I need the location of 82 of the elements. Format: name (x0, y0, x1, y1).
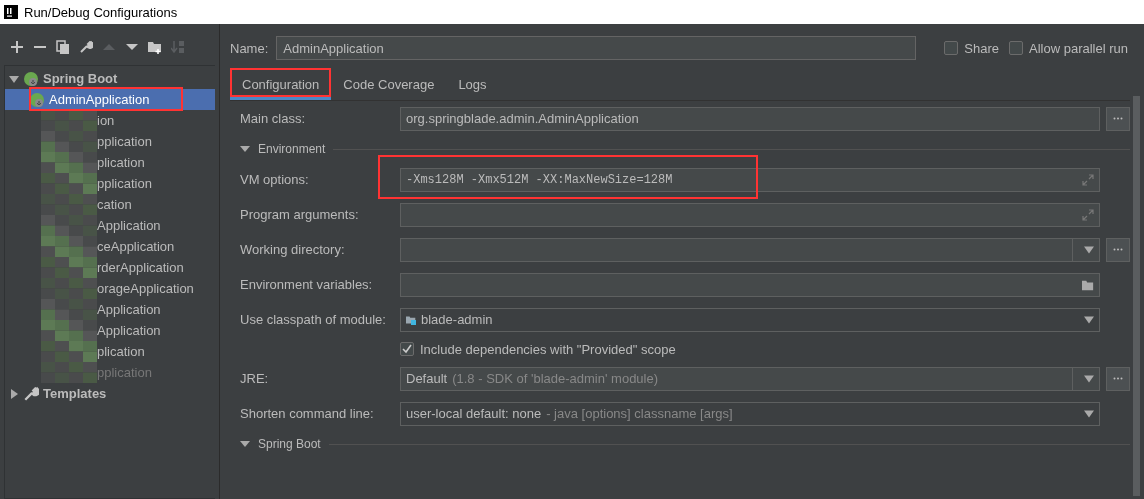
browse-button[interactable] (1106, 106, 1130, 131)
field-label: Working directory: (240, 242, 346, 257)
tree-group-label[interactable]: Spring Boot (43, 71, 118, 86)
tree-item[interactable]: cation (5, 194, 215, 215)
tree-item[interactable]: plication (5, 341, 215, 362)
dropdown-arrow-icon[interactable] (1084, 409, 1094, 418)
checkbox-label: Share (964, 40, 999, 56)
expand-arrow-icon[interactable] (9, 388, 19, 399)
checkbox[interactable] (1009, 41, 1023, 55)
dropdown[interactable]: user-local default: none - java [options] classname [args] (400, 401, 1100, 426)
tree-item[interactable]: Application (5, 320, 215, 341)
pixelated-redaction (41, 194, 97, 215)
pixelated-redaction (41, 173, 97, 194)
add-folder-icon[interactable] (148, 40, 162, 54)
dropdown-arrow-icon[interactable] (1084, 374, 1094, 383)
field-label: Program arguments: (240, 207, 360, 222)
window-title: Run/Debug Configurations (24, 4, 178, 20)
pixelated-redaction (41, 110, 97, 131)
dropdown[interactable]: blade-admin (400, 307, 1100, 332)
pixelated-redaction (41, 320, 97, 341)
ellipsis-icon (1113, 117, 1123, 120)
section-title: Spring Boot (258, 437, 321, 451)
dropdown-arrow-icon[interactable] (1084, 245, 1094, 254)
collapse-arrow-icon[interactable] (240, 144, 250, 154)
field-label: Environment variables: (240, 277, 374, 292)
checkbox[interactable] (944, 41, 959, 55)
checkbox-label: Allow parallel run (1029, 40, 1128, 56)
checkbox[interactable] (400, 342, 414, 356)
tree-item[interactable]: ceApplication (5, 236, 215, 257)
collapse-arrow-icon[interactable] (240, 439, 250, 449)
browse-button[interactable] (1106, 237, 1130, 262)
pixelated-redaction (41, 215, 97, 236)
tree-item[interactable]: orageApplication (5, 278, 215, 299)
tree-item[interactable]: AdminApplication (5, 89, 215, 110)
wrench-icon (23, 385, 39, 402)
tree-item[interactable]: pplication (5, 131, 215, 152)
name-label: Name: (230, 40, 269, 56)
pixelated-redaction (41, 131, 97, 152)
pixelated-redaction (41, 152, 97, 173)
pixelated-redaction (41, 299, 97, 320)
app-icon (4, 5, 18, 19)
input-field[interactable]: -Xms128M -Xmx512M -XX:MaxNewSize=128M (400, 167, 1100, 192)
tree-item[interactable]: rderApplication (5, 257, 215, 278)
folder-icon[interactable] (1082, 278, 1094, 291)
tree-item[interactable]: Application (5, 299, 215, 320)
checkbox-label: Include dependencies with "Provided" scope (420, 341, 676, 357)
browse-button[interactable] (1106, 366, 1130, 391)
tree-item[interactable]: pplication (5, 173, 215, 194)
tab[interactable]: Code Coverage (331, 72, 447, 100)
plus-icon[interactable] (10, 40, 24, 54)
section-title: Environment (258, 142, 326, 156)
ellipsis-icon (1113, 248, 1123, 251)
expand-icon[interactable] (1082, 173, 1094, 186)
dropdown[interactable]: Default (1.8 - SDK of 'blade-admin' module) (400, 366, 1100, 391)
tree-item[interactable]: ion (5, 110, 215, 131)
pixelated-redaction (41, 278, 97, 299)
wrench-icon[interactable] (79, 40, 93, 54)
module-folder-icon (406, 314, 416, 325)
expand-arrow-icon[interactable] (9, 73, 19, 84)
input-field[interactable] (400, 272, 1100, 297)
field-label: VM options: (240, 172, 310, 187)
tree-group-label[interactable]: Templates (43, 386, 107, 401)
copy-icon[interactable] (56, 40, 70, 54)
ellipsis-icon (1113, 377, 1123, 380)
scrollbar[interactable] (1133, 96, 1140, 496)
name-field[interactable]: AdminApplication (276, 36, 917, 60)
pixelated-redaction (41, 257, 97, 278)
input-field[interactable]: org.springblade.admin.AdminApplication (400, 106, 1100, 131)
field-label: Shorten command line: (240, 406, 375, 421)
pixelated-redaction (41, 341, 97, 362)
tab[interactable]: Logs (446, 72, 499, 100)
field-label: JRE: (240, 371, 270, 386)
pixelated-redaction (41, 236, 97, 257)
tree-item[interactable]: plication (5, 152, 215, 173)
field-label: Use classpath of module: (240, 312, 387, 327)
tree-item[interactable]: Application (5, 215, 215, 236)
dropdown-arrow-icon[interactable] (1084, 315, 1094, 324)
pixelated-redaction (41, 362, 97, 383)
input-field[interactable] (400, 202, 1100, 227)
expand-icon[interactable] (1082, 208, 1094, 221)
field-label: Main class: (240, 111, 307, 126)
tab[interactable]: Configuration (230, 72, 332, 100)
